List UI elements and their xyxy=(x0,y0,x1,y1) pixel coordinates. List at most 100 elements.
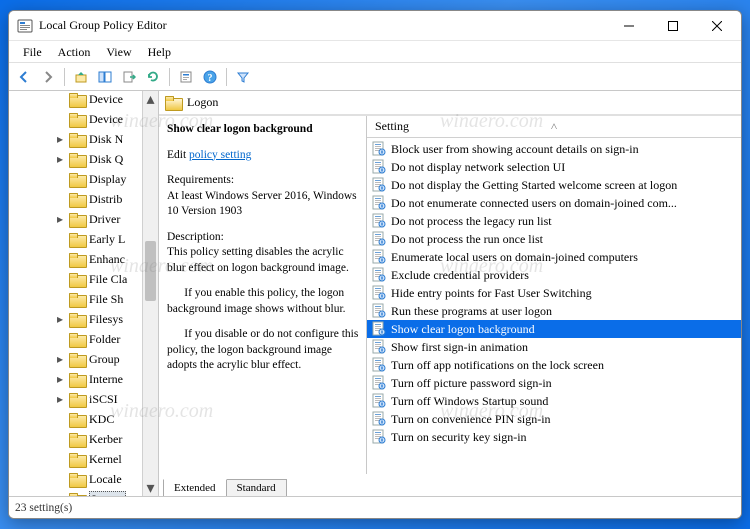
folder-icon xyxy=(69,433,85,446)
menu-file[interactable]: File xyxy=(15,42,50,62)
folder-icon xyxy=(69,133,85,146)
menu-help[interactable]: Help xyxy=(140,42,179,62)
setting-row[interactable]: Turn off picture password sign-in xyxy=(367,374,741,392)
setting-label: Exclude credential providers xyxy=(391,268,529,283)
tree-item-label: Driver xyxy=(89,212,120,227)
tab-standard[interactable]: Standard xyxy=(226,479,287,496)
setting-row[interactable]: Exclude credential providers xyxy=(367,266,741,284)
expander-icon[interactable]: ▸ xyxy=(55,394,65,404)
titlebar[interactable]: Local Group Policy Editor xyxy=(9,11,741,41)
description-text: This policy setting disables the acrylic… xyxy=(167,245,360,276)
expander-icon[interactable]: ▸ xyxy=(55,154,65,164)
tree-item-label: Early L xyxy=(89,232,125,247)
folder-icon xyxy=(69,373,85,386)
setting-row[interactable]: Do not display network selection UI xyxy=(367,158,741,176)
svg-text:?: ? xyxy=(208,73,213,84)
policy-item-icon xyxy=(371,321,387,337)
setting-label: Do not display the Getting Started welco… xyxy=(391,178,677,193)
scope-title: Logon xyxy=(187,95,218,110)
settings-list[interactable]: Block user from showing account details … xyxy=(367,138,741,474)
tree-item-label: Filesys xyxy=(89,312,123,327)
minimize-button[interactable] xyxy=(607,11,651,40)
setting-row[interactable]: Turn on security key sign-in xyxy=(367,428,741,446)
refresh-button[interactable] xyxy=(142,66,164,88)
setting-row[interactable]: Hide entry points for Fast User Switchin… xyxy=(367,284,741,302)
setting-row[interactable]: Turn off Windows Startup sound xyxy=(367,392,741,410)
sort-indicator-icon: ˄ xyxy=(551,119,558,134)
setting-row[interactable]: Turn on convenience PIN sign-in xyxy=(367,410,741,428)
view-tabs: Extended Standard xyxy=(159,474,741,496)
expander-icon[interactable]: ▸ xyxy=(55,374,65,384)
policy-item-icon xyxy=(371,303,387,319)
expander-icon[interactable]: ▸ xyxy=(55,354,65,364)
close-button[interactable] xyxy=(695,11,739,40)
folder-icon xyxy=(69,193,85,206)
toolbar-separator xyxy=(64,68,65,86)
show-hide-tree-button[interactable] xyxy=(94,66,116,88)
policy-item-icon xyxy=(371,195,387,211)
filter-button[interactable] xyxy=(232,66,254,88)
setting-label: Do not process the legacy run list xyxy=(391,214,552,229)
folder-icon xyxy=(69,93,85,106)
pane-body: Show clear logon background Edit policy … xyxy=(159,115,741,474)
requirements-label: Requirements: xyxy=(167,173,360,189)
window-frame: Local Group Policy Editor File Action Vi… xyxy=(8,10,742,519)
tree-item-label: File Cla xyxy=(89,272,127,287)
expander-icon[interactable]: ▸ xyxy=(55,214,65,224)
policy-item-icon xyxy=(371,375,387,391)
description-label: Description: xyxy=(167,230,360,246)
tree-item-label: Device xyxy=(89,92,123,107)
policy-item-icon xyxy=(371,357,387,373)
folder-icon xyxy=(69,213,85,226)
tree-scrollbar[interactable]: ▴ ▾ xyxy=(142,91,158,496)
scroll-thumb[interactable] xyxy=(145,241,156,301)
setting-row[interactable]: Enumerate local users on domain-joined c… xyxy=(367,248,741,266)
tree-item-label: Group xyxy=(89,352,120,367)
setting-row[interactable]: Do not enumerate connected users on doma… xyxy=(367,194,741,212)
setting-row[interactable]: Run these programs at user logon xyxy=(367,302,741,320)
tree-item-label: Device xyxy=(89,112,123,127)
setting-row[interactable]: Block user from showing account details … xyxy=(367,140,741,158)
menu-action[interactable]: Action xyxy=(50,42,99,62)
column-header-setting[interactable]: Setting ˄ xyxy=(367,116,741,138)
setting-row[interactable]: Do not display the Getting Started welco… xyxy=(367,176,741,194)
scroll-down-icon[interactable]: ▾ xyxy=(143,480,158,496)
tab-extended[interactable]: Extended xyxy=(163,479,227,496)
edit-line: Edit policy setting xyxy=(167,148,360,164)
setting-row[interactable]: Show first sign-in animation xyxy=(367,338,741,356)
back-button[interactable] xyxy=(13,66,35,88)
statusbar: 23 setting(s) xyxy=(9,496,741,518)
setting-row[interactable]: Show clear logon background xyxy=(367,320,741,338)
export-button[interactable] xyxy=(118,66,140,88)
maximize-button[interactable] xyxy=(651,11,695,40)
expander-icon[interactable]: ▸ xyxy=(55,134,65,144)
policy-item-icon xyxy=(371,159,387,175)
scroll-up-icon[interactable]: ▴ xyxy=(143,91,158,107)
folder-icon xyxy=(69,453,85,466)
description-block: Description: This policy setting disable… xyxy=(167,230,360,277)
folder-icon xyxy=(69,233,85,246)
help-button[interactable]: ? xyxy=(199,66,221,88)
setting-label: Turn off Windows Startup sound xyxy=(391,394,548,409)
folder-icon xyxy=(69,413,85,426)
setting-row[interactable]: Do not process the run once list xyxy=(367,230,741,248)
window-controls xyxy=(607,11,739,40)
tree-pane[interactable]: DeviceDevice▸Disk N▸Disk QDisplayDistrib… xyxy=(9,91,159,496)
folder-icon xyxy=(69,293,85,306)
description-pane: Show clear logon background Edit policy … xyxy=(159,116,367,474)
setting-row[interactable]: Do not process the legacy run list xyxy=(367,212,741,230)
toolbar-separator xyxy=(226,68,227,86)
setting-label: Turn on convenience PIN sign-in xyxy=(391,412,551,427)
edit-policy-link[interactable]: policy setting xyxy=(189,149,251,161)
properties-button[interactable] xyxy=(175,66,197,88)
enable-text: If you enable this policy, the logon bac… xyxy=(167,286,360,317)
menu-view[interactable]: View xyxy=(98,42,139,62)
setting-row[interactable]: Turn off app notifications on the lock s… xyxy=(367,356,741,374)
forward-button[interactable] xyxy=(37,66,59,88)
tree-item-label: Distrib xyxy=(89,192,122,207)
tree-item-label: Disk N xyxy=(89,132,123,147)
policy-item-icon xyxy=(371,141,387,157)
expander-icon[interactable]: ▸ xyxy=(55,314,65,324)
up-button[interactable] xyxy=(70,66,92,88)
selected-policy-name: Show clear logon background xyxy=(167,122,360,138)
